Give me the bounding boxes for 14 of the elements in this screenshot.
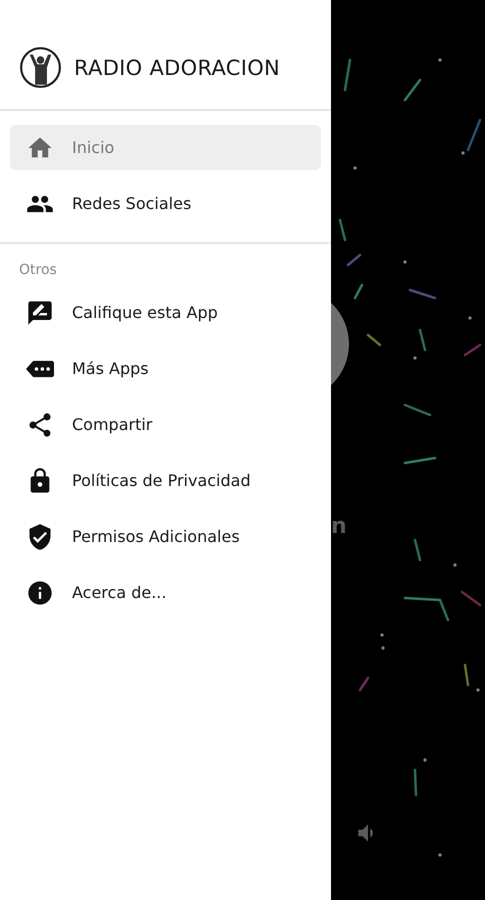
info-icon	[26, 578, 54, 606]
menu-item[interactable]: Compartir	[10, 402, 321, 447]
menu-item[interactable]: Inicio	[10, 125, 321, 170]
menu-item[interactable]: Políticas de Privacidad	[10, 458, 321, 503]
menu-item[interactable]: Más Apps	[10, 346, 321, 391]
app-title: RADIO ADORACION	[74, 56, 280, 80]
menu-item[interactable]: Redes Sociales	[10, 181, 321, 226]
menu-item[interactable]: Califique esta App	[10, 290, 321, 335]
menu-item[interactable]: Permisos Adicionales	[10, 514, 321, 559]
rate-review-icon	[26, 298, 54, 326]
section-heading: Otros	[18, 261, 58, 278]
station-name: n	[331, 514, 347, 539]
logo-icon	[19, 46, 62, 89]
menu-item[interactable]: Acerca de...	[10, 570, 321, 615]
